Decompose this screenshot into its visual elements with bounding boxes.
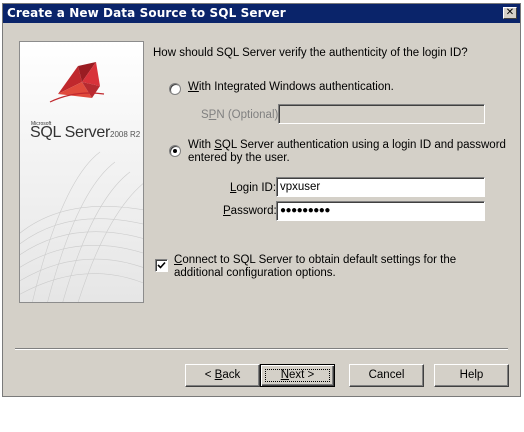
logo-version: 2008 R2 (110, 130, 141, 139)
sql-auth-label-prefix: With (188, 139, 215, 151)
password-label-hotkey: P (223, 205, 231, 217)
integrated-auth-label[interactable]: With Integrated Windows authentication. (188, 81, 394, 93)
sql-server-logo-icon (49, 62, 105, 103)
login-id-label-rest: ogin ID: (236, 182, 277, 194)
button-separator (15, 348, 508, 350)
wizard-banner-image: Microsoft SQL Server2008 R2 (19, 41, 144, 303)
integrated-auth-label-rest: ith Integrated Windows authentication. (198, 81, 394, 93)
sql-auth-label-hotkey: S (214, 139, 222, 151)
banner-artwork (20, 62, 143, 302)
sql-auth-label-rest: QL Server authentication using a login I… (221, 139, 506, 151)
logo-product-text: SQL Server2008 R2 (30, 124, 140, 142)
cancel-button[interactable]: Cancel (349, 364, 424, 387)
dialog-window: Create a New Data Source to SQL Server ✕ (2, 3, 521, 397)
next-button-label: Next > (281, 369, 315, 381)
desktop-background (0, 398, 524, 432)
help-button[interactable]: Help (434, 364, 509, 387)
password-label-rest: assword: (230, 205, 277, 217)
back-label-prefix: < (204, 369, 215, 381)
close-button[interactable]: ✕ (503, 7, 517, 19)
logo-product-name: SQL Server (30, 124, 110, 141)
login-id-label: Login ID: (230, 182, 276, 194)
connect-checkbox[interactable] (155, 259, 168, 272)
spn-label-prefix: S (201, 109, 209, 121)
integrated-auth-label-hotkey: W (188, 81, 199, 93)
login-id-input[interactable]: vpxuser (276, 177, 485, 197)
spn-label-rest: N (Optional): (216, 109, 282, 121)
auth-question: How should SQL Server verify the authent… (153, 47, 468, 59)
sql-auth-label-line2[interactable]: entered by the user. (188, 152, 290, 164)
integrated-auth-radio[interactable] (169, 83, 181, 95)
password-label: Password: (223, 205, 277, 217)
back-label-rest: ack (222, 369, 241, 381)
close-icon: ✕ (505, 7, 515, 18)
connect-label-line2[interactable]: additional configuration options. (174, 267, 336, 279)
back-button-label: < Back (205, 369, 241, 381)
spn-label: SPN (Optional): (201, 109, 282, 121)
connect-label-rest: onnect to SQL Server to obtain default s… (182, 254, 457, 266)
next-button[interactable]: Next > (260, 364, 335, 387)
radio-selected-dot (173, 149, 177, 153)
title-bar[interactable]: Create a New Data Source to SQL Server ✕ (3, 4, 520, 23)
password-input[interactable]: ●●●●●●●●● (276, 201, 485, 221)
sql-auth-radio[interactable] (169, 145, 181, 157)
next-label-hotkey: N (280, 369, 290, 381)
checkmark-icon (157, 261, 166, 269)
back-button[interactable]: < Back (185, 364, 260, 387)
window-title: Create a New Data Source to SQL Server (7, 6, 286, 20)
next-label-rest: ext > (289, 369, 315, 381)
connect-label-line1[interactable]: Connect to SQL Server to obtain default … (174, 254, 456, 266)
spn-input[interactable] (278, 104, 485, 124)
sql-auth-label-line1[interactable]: With SQL Server authentication using a l… (188, 139, 506, 151)
